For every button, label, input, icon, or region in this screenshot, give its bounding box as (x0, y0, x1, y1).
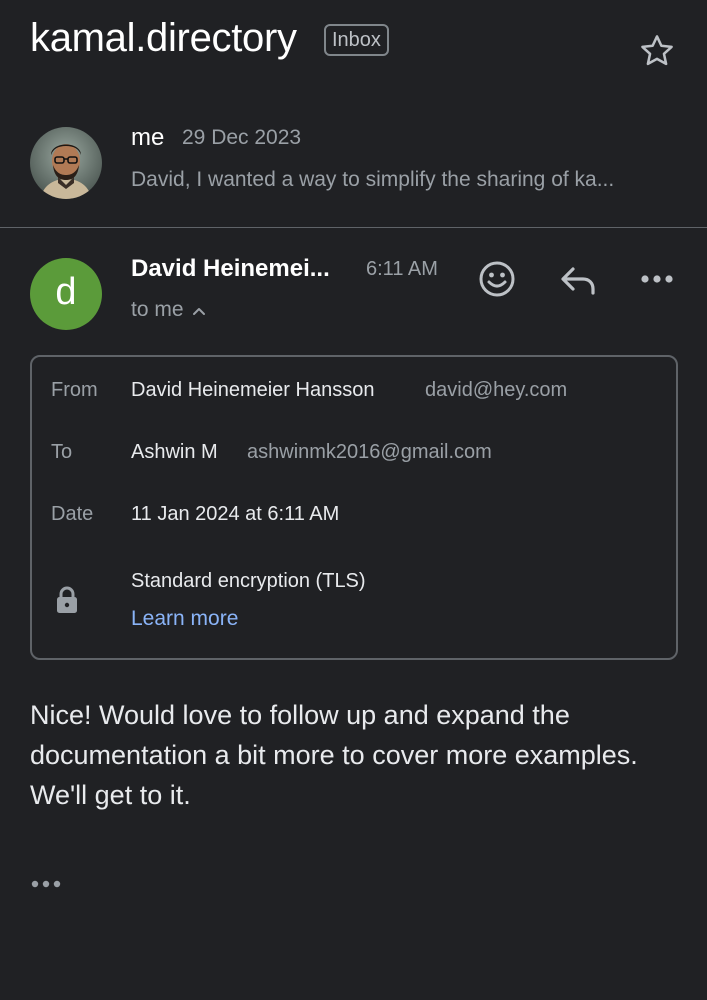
date-label: Date (51, 503, 94, 525)
divider (0, 227, 707, 228)
message-body: Nice! Would love to follow up and expand… (30, 700, 638, 810)
emoji-react-icon[interactable] (475, 257, 519, 301)
from-name: David Heinemeier Hansson (131, 379, 375, 401)
date-value: 11 Jan 2024 at 6:11 AM (131, 503, 340, 525)
chevron-up-icon (192, 298, 206, 322)
encryption-status: Standard encryption (TLS) (131, 570, 366, 592)
from-email[interactable]: david@hey.com (425, 379, 567, 402)
lock-icon (55, 585, 79, 620)
sender-name: David Heinemei... (131, 255, 330, 282)
sender-avatar[interactable]: d (30, 258, 102, 330)
previous-sender: me (131, 124, 165, 151)
recipient-label: to me (131, 298, 184, 321)
more-options-icon[interactable] (635, 257, 679, 301)
to-label: To (51, 441, 73, 463)
from-label: From (51, 379, 98, 401)
learn-more-link[interactable]: Learn more (131, 607, 238, 631)
show-trimmed-content-icon[interactable] (30, 872, 70, 896)
to-email[interactable]: ashwinmk2016@gmail.com (247, 441, 492, 464)
avatar (30, 127, 102, 199)
previous-message-row[interactable] (0, 110, 707, 220)
previous-date: 29 Dec 2023 (182, 126, 302, 149)
recipient-toggle[interactable]: to me (131, 298, 206, 322)
star-icon[interactable] (638, 32, 676, 70)
thread-subject: kamal.directory (30, 16, 297, 60)
reply-icon[interactable] (556, 258, 600, 302)
to-name: Ashwin M (131, 441, 218, 463)
inbox-label-badge[interactable]: Inbox (324, 24, 389, 56)
message-time: 6:11 AM (366, 258, 438, 280)
previous-snippet: David, I wanted a way to simplify the sh… (131, 168, 615, 191)
